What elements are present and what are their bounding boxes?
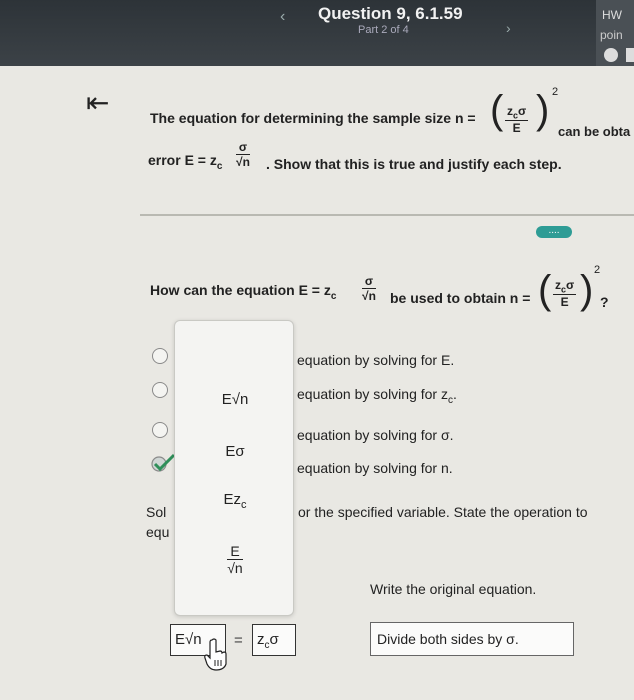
statement-suffix: can be obta: [558, 124, 631, 139]
option-text-3: equation by solving for σ.: [297, 427, 454, 443]
open-paren: (: [490, 88, 504, 132]
exponent: 2: [552, 86, 559, 98]
hw-label: HW: [602, 8, 622, 22]
option-text-4: equation by solving for n.: [297, 460, 453, 476]
part-indicator: Part 2 of 4: [358, 24, 409, 36]
question-text: How can the equation E = zc: [150, 282, 337, 302]
more-button[interactable]: ....: [536, 226, 572, 238]
equals-sign: =: [234, 632, 243, 649]
radio-option-3[interactable]: [152, 422, 168, 438]
question-middle: be used to obtain n =: [390, 290, 531, 306]
answer-right-box[interactable]: zcσ: [252, 624, 296, 656]
chevron-right-icon[interactable]: ›: [506, 20, 511, 36]
close-paren: ): [536, 88, 550, 132]
checkmark-icon[interactable]: [150, 452, 176, 474]
palette-tile-e-sigma[interactable]: Eσ: [175, 443, 295, 460]
hand-cursor-icon: [204, 638, 227, 671]
palette-tile-e-zc[interactable]: Ezc: [175, 491, 295, 511]
statement-line-2: error E = zc: [148, 152, 223, 172]
top-bar: ‹ Question 9, 6.1.59 Part 2 of 4 › HW po…: [0, 0, 634, 66]
hw-score-panel: HW poin: [596, 0, 634, 66]
operation-box[interactable]: Divide both sides by σ.: [370, 622, 574, 656]
question-exponent: 2: [594, 264, 601, 276]
specified-variable-text: or the specified variable. State the ope…: [298, 504, 588, 520]
statement-line-1: The equation for determining the sample …: [150, 110, 476, 126]
statement-text: The equation for determining the sample …: [150, 110, 476, 126]
question-close-paren: ): [580, 268, 594, 312]
question-title: Question 9, 6.1.59: [318, 4, 463, 23]
divider: [140, 214, 634, 216]
question-rhs-fraction: zcσ E: [553, 278, 577, 310]
option-text-2: equation by solving for zc.: [297, 386, 457, 406]
back-to-start-icon[interactable]: ⇤: [86, 86, 109, 119]
write-original-text: Write the original equation.: [370, 581, 537, 597]
question-fraction: σ √n: [362, 274, 376, 303]
question-mark: ?: [600, 294, 609, 310]
equation-label: equ: [146, 524, 170, 540]
radio-option-2[interactable]: [152, 382, 168, 398]
points-label: poin: [600, 28, 623, 42]
error-fraction: σ √n: [236, 140, 250, 169]
expression-palette: E√n Eσ Ezc E √n: [174, 320, 294, 616]
progress-badge-icon: [604, 48, 618, 62]
statement-instruction: . Show that this is true and justify eac…: [266, 156, 562, 172]
sample-size-fraction: zcσ E: [505, 104, 529, 136]
chevron-left-icon[interactable]: ‹: [280, 8, 285, 26]
progress-bar: [626, 48, 634, 62]
palette-tile-e-root-n[interactable]: E√n: [175, 391, 295, 408]
option-text-1: equation by solving for E.: [297, 352, 455, 368]
solve-label: Sol: [146, 504, 167, 520]
radio-option-1[interactable]: [152, 348, 168, 364]
palette-tile-e-over-root-n[interactable]: E √n: [175, 543, 295, 576]
question-open-paren: (: [538, 268, 552, 312]
